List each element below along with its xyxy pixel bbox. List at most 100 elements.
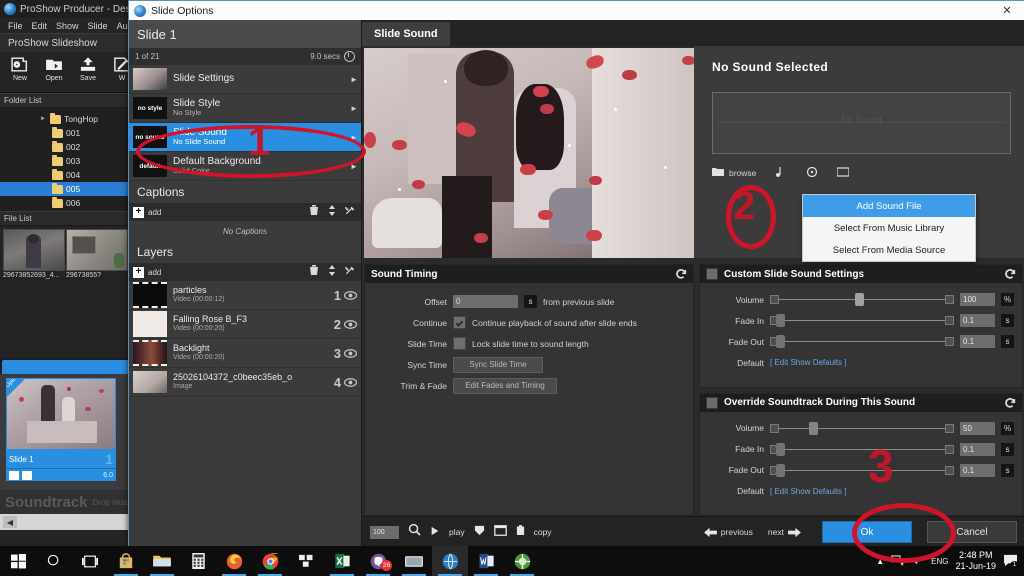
- edit-show-defaults-link[interactable]: [ Edit Show Defaults ]: [770, 358, 846, 367]
- eye-icon[interactable]: [343, 289, 358, 302]
- sound-waveform-box[interactable]: No Sound: [712, 92, 1011, 154]
- edit-fades-button[interactable]: Edit Fades and Timing: [453, 377, 557, 394]
- menu-file[interactable]: File: [8, 21, 23, 31]
- new-show-button[interactable]: New: [4, 54, 36, 82]
- override-volume-value[interactable]: 50: [960, 421, 995, 435]
- menu-slide[interactable]: Slide: [88, 21, 108, 31]
- layers-toolbar[interactable]: + add: [129, 263, 361, 281]
- option-row-slide-sound[interactable]: no sound Slide Sound No Slide Sound ►: [129, 123, 361, 152]
- slide-card-1[interactable]: Open Slide 1 1 6.0: [6, 378, 116, 481]
- notifications-icon[interactable]: 1: [1003, 554, 1019, 570]
- sound-browse-toolbar[interactable]: browse: [712, 166, 1011, 179]
- custom-fadeout-slider[interactable]: [770, 335, 954, 348]
- override-fadeout-value[interactable]: 0.1: [960, 463, 995, 477]
- chevron-right-icon[interactable]: ►: [347, 133, 361, 142]
- scroll-left-icon[interactable]: ◀: [3, 516, 17, 528]
- layer-tools-icon[interactable]: [345, 263, 355, 281]
- eye-icon[interactable]: [343, 318, 358, 331]
- search-icon[interactable]: [36, 546, 72, 576]
- file-explorer-icon[interactable]: [144, 546, 180, 576]
- chevron-up-icon[interactable]: ▲: [876, 557, 884, 566]
- clock-icon[interactable]: [344, 51, 355, 62]
- microsoft-store-icon[interactable]: [108, 546, 144, 576]
- copy-icon[interactable]: [516, 523, 525, 541]
- caption-tools-icon[interactable]: [345, 203, 355, 221]
- file-list-item[interactable]: 29673855?: [66, 229, 128, 279]
- preview-window-icon[interactable]: [493, 523, 507, 541]
- slide-time-checkbox[interactable]: [453, 337, 466, 350]
- offset-input[interactable]: 0: [453, 295, 518, 308]
- chrome-icon[interactable]: [252, 546, 288, 576]
- override-header[interactable]: Override Soundtrack During This Sound: [700, 393, 1022, 412]
- task-view-icon[interactable]: [72, 546, 108, 576]
- override-fadeout-slider[interactable]: [770, 463, 954, 477]
- cd-icon[interactable]: [806, 166, 818, 179]
- menu-item-add-sound-file[interactable]: Add Sound File: [803, 195, 975, 217]
- slide-card-footer[interactable]: 6.0: [6, 468, 116, 481]
- layer-row[interactable]: Backlight Video (00:00:20) 3: [129, 339, 361, 368]
- slide-preview[interactable]: [364, 48, 694, 258]
- taskbar-clock[interactable]: 2:48 PM 21-Jun-19: [955, 550, 996, 573]
- open-button[interactable]: Open: [38, 54, 70, 82]
- language-indicator[interactable]: ENG: [931, 557, 948, 566]
- menu-item-select-from-music-library[interactable]: Select From Music Library: [803, 217, 975, 239]
- eye-icon[interactable]: [343, 347, 358, 360]
- tab-slide-sound[interactable]: Slide Sound: [362, 22, 450, 46]
- unikey-icon[interactable]: [288, 546, 324, 576]
- shield-icon[interactable]: [474, 523, 485, 541]
- media-source-icon[interactable]: [836, 167, 851, 179]
- layer-row[interactable]: 25026104372_c0beec35eb_o Image 4: [129, 368, 361, 397]
- music-note-icon[interactable]: [775, 167, 787, 179]
- reset-icon[interactable]: [675, 268, 687, 280]
- browse-label[interactable]: browse: [729, 168, 756, 178]
- chevron-right-icon[interactable]: ►: [40, 116, 47, 122]
- custom-fadein-slider[interactable]: [770, 314, 954, 327]
- eye-icon[interactable]: [343, 376, 358, 389]
- viber-icon[interactable]: 26: [360, 546, 396, 576]
- reorder-layer-icon[interactable]: [327, 263, 337, 281]
- continue-checkbox[interactable]: [453, 316, 466, 329]
- network-icon[interactable]: [891, 554, 904, 568]
- close-icon[interactable]: ✕: [989, 1, 1024, 20]
- option-row-default-background[interactable]: default Default Background Solid Color ►: [129, 152, 361, 181]
- reorder-caption-icon[interactable]: [327, 203, 337, 221]
- custom-fadeout-value[interactable]: 0.1: [960, 335, 995, 348]
- override-fadein-value[interactable]: 0.1: [960, 442, 995, 456]
- chevron-right-icon[interactable]: ►: [347, 162, 361, 171]
- play-slide-icon[interactable]: [9, 470, 19, 480]
- zoom-input[interactable]: 100: [370, 525, 399, 539]
- custom-fadein-value[interactable]: 0.1: [960, 314, 995, 327]
- copy-slide-icon[interactable]: [22, 470, 32, 480]
- file-list-item[interactable]: 29673852693_4...: [3, 229, 65, 279]
- play-icon[interactable]: [430, 523, 440, 541]
- menu-edit[interactable]: Edit: [32, 21, 48, 31]
- custom-volume-slider[interactable]: [770, 293, 954, 306]
- override-checkbox[interactable]: [706, 396, 718, 409]
- reset-icon[interactable]: [1004, 397, 1016, 409]
- menu-item-select-from-media-source[interactable]: Select From Media Source: [803, 239, 975, 261]
- delete-layer-icon[interactable]: [309, 263, 319, 281]
- option-row-slide-settings[interactable]: Slide Settings ►: [129, 65, 361, 94]
- next-button[interactable]: next: [768, 527, 801, 538]
- photo-viewer-icon[interactable]: [396, 546, 432, 576]
- previous-button[interactable]: previous: [703, 527, 753, 538]
- override-fadein-slider[interactable]: [770, 442, 954, 456]
- proshow-producer-icon[interactable]: [504, 546, 540, 576]
- sync-slide-time-button[interactable]: Sync Slide Time: [453, 356, 543, 373]
- search-icon[interactable]: [408, 523, 421, 541]
- copy-label[interactable]: copy: [534, 527, 552, 537]
- custom-volume-value[interactable]: 100: [960, 293, 995, 306]
- add-layer-icon[interactable]: +: [133, 266, 144, 278]
- start-icon[interactable]: [0, 546, 36, 576]
- layer-row[interactable]: Falling Rose B_F3 Video (00:00:20) 2: [129, 310, 361, 339]
- firefox-icon[interactable]: [216, 546, 252, 576]
- layer-row[interactable]: particles Video (00:00:12) 1: [129, 281, 361, 310]
- calculator-icon[interactable]: [180, 546, 216, 576]
- delete-caption-icon[interactable]: [309, 203, 319, 221]
- dialog-tab-strip[interactable]: Slide Sound: [362, 20, 1024, 46]
- menu-audio[interactable]: Au: [117, 21, 128, 31]
- save-button[interactable]: Save: [72, 54, 104, 82]
- slide-open-badge[interactable]: Open: [7, 379, 29, 399]
- override-volume-slider[interactable]: [770, 421, 954, 435]
- word-icon[interactable]: [468, 546, 504, 576]
